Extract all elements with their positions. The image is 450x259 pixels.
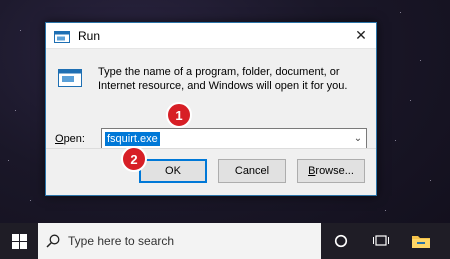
- task-view-icon: [373, 235, 389, 246]
- chevron-down-icon[interactable]: ⌄: [350, 133, 366, 144]
- cancel-button[interactable]: Cancel: [218, 159, 286, 183]
- cortana-button[interactable]: [321, 223, 361, 259]
- run-dialog: Run ✕ Type the name of a program, folder…: [45, 22, 377, 196]
- title-bar[interactable]: Run ✕: [46, 23, 376, 49]
- step-1-badge: 1: [166, 102, 192, 128]
- dialog-description: Type the name of a program, folder, docu…: [98, 66, 348, 92]
- file-explorer-icon: [412, 236, 430, 248]
- task-view-button[interactable]: [361, 223, 401, 259]
- start-button[interactable]: [0, 223, 38, 259]
- close-icon[interactable]: ✕: [346, 23, 376, 48]
- open-label: Open:: [55, 133, 85, 145]
- windows-start-icon: [11, 233, 27, 249]
- browse-button[interactable]: Browse...: [297, 159, 365, 183]
- file-explorer-button[interactable]: [401, 223, 441, 259]
- window-title: Run: [78, 28, 101, 43]
- search-placeholder: Type here to search: [68, 234, 175, 248]
- run-program-icon: [58, 69, 82, 87]
- step-2-badge: 2: [121, 146, 147, 172]
- taskbar: Type here to search: [0, 223, 450, 259]
- search-icon: [38, 234, 68, 248]
- ok-button[interactable]: OK: [139, 159, 207, 183]
- run-app-icon: [54, 30, 70, 43]
- open-combobox[interactable]: fsquirt.exe ⌄: [101, 128, 367, 149]
- button-bar: OK Cancel Browse...: [46, 148, 376, 195]
- open-input[interactable]: fsquirt.exe: [105, 131, 160, 146]
- cortana-circle-icon: [334, 234, 348, 248]
- taskbar-search-box[interactable]: Type here to search: [38, 223, 321, 259]
